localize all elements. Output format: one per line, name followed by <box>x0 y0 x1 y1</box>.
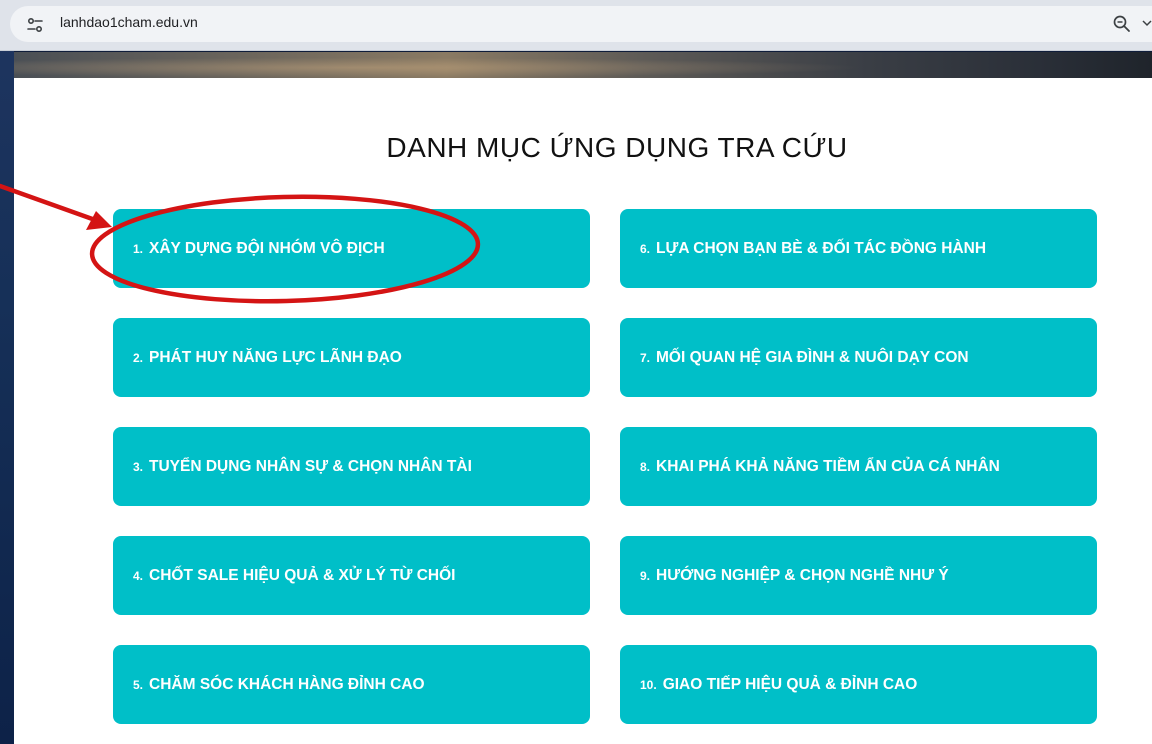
menu-item-label: 4. CHỐT SALE HIỆU QUẢ & XỬ LÝ TỪ CHỐI <box>133 536 455 615</box>
page-content: DANH MỤC ỨNG DỤNG TRA CỨU 1. XÂY DỰNG ĐỘI… <box>14 52 1152 744</box>
menu-item-number: 5. <box>133 678 144 692</box>
menu-item-label: 9. HƯỚNG NGHIỆP & CHỌN NGHỀ NHƯ Ý <box>640 536 949 615</box>
menu-item-text: TUYỂN DỤNG NHÂN SỰ & CHỌN NHÂN TÀI <box>149 458 472 475</box>
menu-item-label: 10. GIAO TIẾP HIỆU QUẢ & ĐỈNH CAO <box>640 645 917 724</box>
menu-item-label: 7. MỐI QUAN HỆ GIA ĐÌNH & NUÔI DẠY CON <box>640 318 969 397</box>
menu-item-text: CHĂM SÓC KHÁCH HÀNG ĐỈNH CAO <box>149 676 425 693</box>
menu-item-text: LỰA CHỌN BẠN BÈ & ĐỐI TÁC ĐỒNG HÀNH <box>656 240 987 257</box>
menu-item-7[interactable]: 7. MỐI QUAN HỆ GIA ĐÌNH & NUÔI DẠY CON <box>620 318 1097 397</box>
chevron-down-icon[interactable] <box>1142 18 1152 28</box>
menu-item-text: CHỐT SALE HIỆU QUẢ & XỬ LÝ TỪ CHỐI <box>149 567 456 584</box>
menu-item-5[interactable]: 5. CHĂM SÓC KHÁCH HÀNG ĐỈNH CAO <box>113 645 590 724</box>
browser-window: lanhdao1cham.edu.vn DANH MỤC ỨNG DỤNG TR… <box>0 0 1152 744</box>
menu-item-text: PHÁT HUY NĂNG LỰC LÃNH ĐẠO <box>149 349 402 366</box>
menu-item-number: 2. <box>133 351 144 365</box>
menu-item-label: 3. TUYỂN DỤNG NHÂN SỰ & CHỌN NHÂN TÀI <box>133 427 472 506</box>
zoom-icon[interactable] <box>1112 14 1132 34</box>
menu-item-label: 2. PHÁT HUY NĂNG LỰC LÃNH ĐẠO <box>133 318 402 397</box>
menu-item-4[interactable]: 4. CHỐT SALE HIỆU QUẢ & XỬ LÝ TỪ CHỐI <box>113 536 590 615</box>
menu-item-text: HƯỚNG NGHIỆP & CHỌN NGHỀ NHƯ Ý <box>656 567 949 584</box>
hero-image <box>14 52 1152 78</box>
menu-item-8[interactable]: 8. KHAI PHÁ KHẢ NĂNG TIỀM ẨN CỦA CÁ NHÂN <box>620 427 1097 506</box>
menu-item-label: 6. LỰA CHỌN BẠN BÈ & ĐỐI TÁC ĐỒNG HÀNH <box>640 209 986 288</box>
menu-item-2[interactable]: 2. PHÁT HUY NĂNG LỰC LÃNH ĐẠO <box>113 318 590 397</box>
menu-item-10[interactable]: 10. GIAO TIẾP HIỆU QUẢ & ĐỈNH CAO <box>620 645 1097 724</box>
menu-item-text: MỐI QUAN HỆ GIA ĐÌNH & NUÔI DẠY CON <box>656 349 969 366</box>
page-title: DANH MỤC ỨNG DỤNG TRA CỨU <box>386 132 848 163</box>
site-info-icon[interactable] <box>24 14 46 36</box>
menu-item-number: 1. <box>133 242 144 256</box>
menu-item-text: XÂY DỰNG ĐỘI NHÓM VÔ ĐỊCH <box>149 240 385 257</box>
menu-item-number: 7. <box>640 351 651 365</box>
menu-item-number: 10. <box>640 678 657 692</box>
menu-item-3[interactable]: 3. TUYỂN DỤNG NHÂN SỰ & CHỌN NHÂN TÀI <box>113 427 590 506</box>
menu-item-number: 9. <box>640 569 651 583</box>
url-text[interactable]: lanhdao1cham.edu.vn <box>60 14 198 30</box>
menu-item-label: 1. XÂY DỰNG ĐỘI NHÓM VÔ ĐỊCH <box>133 209 385 288</box>
menu-item-number: 4. <box>133 569 144 583</box>
menu-item-number: 6. <box>640 242 651 256</box>
address-bar: lanhdao1cham.edu.vn <box>0 0 1152 51</box>
menu-item-text: KHAI PHÁ KHẢ NĂNG TIỀM ẨN CỦA CÁ NHÂN <box>656 458 1000 475</box>
menu-item-9[interactable]: 9. HƯỚNG NGHIỆP & CHỌN NGHỀ NHƯ Ý <box>620 536 1097 615</box>
menu-item-number: 3. <box>133 460 144 474</box>
menu-item-label: 8. KHAI PHÁ KHẢ NĂNG TIỀM ẨN CỦA CÁ NHÂN <box>640 427 1000 506</box>
menu-item-number: 8. <box>640 460 651 474</box>
menu-item-label: 5. CHĂM SÓC KHÁCH HÀNG ĐỈNH CAO <box>133 645 425 724</box>
menu-item-6[interactable]: 6. LỰA CHỌN BẠN BÈ & ĐỐI TÁC ĐỒNG HÀNH <box>620 209 1097 288</box>
menu-item-text: GIAO TIẾP HIỆU QUẢ & ĐỈNH CAO <box>662 676 918 693</box>
menu-item-1[interactable]: 1. XÂY DỰNG ĐỘI NHÓM VÔ ĐỊCH <box>113 209 590 288</box>
